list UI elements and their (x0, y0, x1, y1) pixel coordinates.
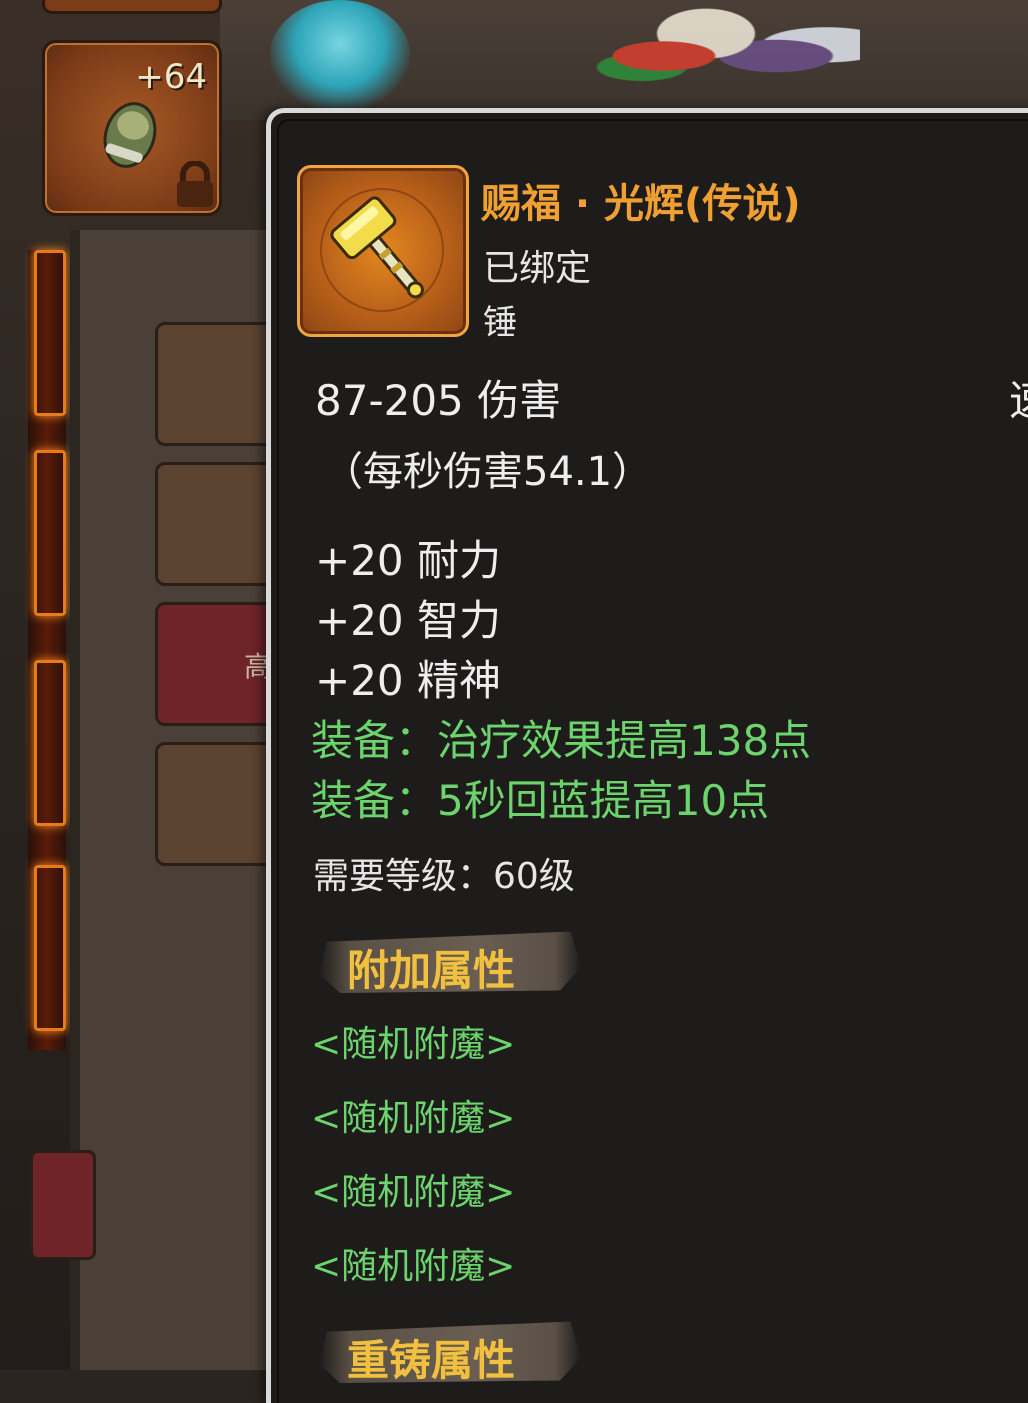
character-sprite (580, 0, 860, 112)
random-enchant: <随机附魔> (311, 1098, 516, 1139)
damage-per-second: （每秒伤害54.1） (323, 449, 653, 495)
gauntlet-icon (103, 102, 157, 168)
side-red-button[interactable] (30, 1150, 96, 1260)
random-enchant: <随机附魔> (311, 1024, 516, 1065)
inventory-slot-count: +64 (135, 57, 207, 97)
inventory-slot-above[interactable] (42, 0, 222, 14)
damage-range: 87-205 伤害 (315, 376, 562, 425)
reforge-attributes-title: 重铸属性 (347, 1336, 516, 1385)
item-type: 锤 (483, 303, 517, 343)
random-enchant: <随机附魔> (311, 1172, 516, 1213)
item-tooltip: 赐福 · 光辉(传说) 已绑定 锤 87-205 伤害 速 （每秒伤害54.1）… (266, 108, 1028, 1403)
rail-segment (34, 660, 66, 826)
attack-speed-label: 速 (1009, 367, 1028, 428)
random-enchant: <随机附魔> (311, 1246, 516, 1287)
blue-spirit-effect (270, 0, 410, 110)
lock-icon (177, 161, 213, 207)
equip-effect-healing: 装备：治疗效果提高138点 (311, 716, 812, 765)
required-level: 需要等级：60级 (313, 856, 575, 897)
bound-status: 已绑定 (483, 248, 592, 289)
hammer-icon (330, 196, 424, 299)
extra-attributes-title: 附加属性 (347, 946, 516, 995)
item-name: 赐福 · 光辉(传说) (481, 181, 801, 227)
inventory-slot[interactable]: +64 (42, 40, 222, 216)
stat-stamina: +20 耐力 (315, 536, 501, 585)
item-icon-frame (297, 165, 469, 337)
equip-effect-mana-regen: 装备：5秒回蓝提高10点 (311, 776, 770, 825)
rail-segment (34, 865, 66, 1031)
rail-segment (34, 250, 66, 416)
left-rail (28, 250, 66, 1050)
rail-segment (34, 450, 66, 616)
stat-intellect: +20 智力 (315, 596, 501, 645)
stat-spirit: +20 精神 (315, 656, 501, 705)
